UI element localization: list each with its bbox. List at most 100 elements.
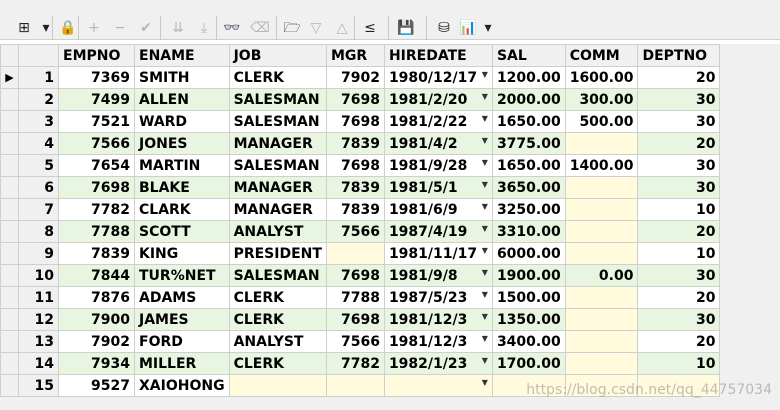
- table-row[interactable]: 3 7521 WARD SALESMAN 7698 1981/2/22 ▼ 1650.00 50…: [0, 110, 721, 133]
- cell-ename[interactable]: MILLER: [134, 352, 230, 375]
- cell-deptno[interactable]: 20: [637, 330, 721, 353]
- row-indicator[interactable]: [0, 264, 19, 287]
- cell-sal[interactable]: 6000.00: [491, 242, 566, 265]
- cell-empno[interactable]: 7654: [58, 154, 135, 177]
- table-row[interactable]: 5 7654 MARTIN SALESMAN 7698 1981/9/28 ▼ 1650.00…: [0, 154, 721, 177]
- column-header-mgr[interactable]: MGR: [325, 44, 385, 67]
- cell-deptno[interactable]: 20: [637, 220, 721, 243]
- row-indicator[interactable]: [0, 198, 19, 221]
- date-dropdown-icon[interactable]: ▼: [482, 334, 488, 343]
- cell-comm[interactable]: [564, 352, 639, 375]
- date-dropdown-icon[interactable]: ▼: [482, 224, 488, 233]
- table-row[interactable]: 10 7844 TUR%NET SALESMAN 7698 1981/9/8 ▼ 1900.0…: [0, 264, 721, 287]
- table-row[interactable]: 13 7902 FORD ANALYST 7566 1981/12/3 ▼ 3400.00 20: [0, 330, 721, 353]
- cell-comm[interactable]: [564, 198, 639, 221]
- cell-job[interactable]: CLERK: [228, 308, 327, 331]
- cell-comm[interactable]: [564, 242, 639, 265]
- cell-job[interactable]: SALESMAN: [228, 264, 327, 287]
- cell-hiredate[interactable]: ▼: [383, 374, 493, 397]
- row-number[interactable]: 4: [18, 132, 59, 155]
- next-records-icon[interactable]: ⇊: [168, 18, 188, 38]
- row-number[interactable]: 5: [18, 154, 59, 177]
- row-number[interactable]: 3: [18, 110, 59, 133]
- table-row[interactable]: 14 7934 MILLER CLERK 7782 1982/1/23 ▼ 1700.00 10: [0, 352, 721, 375]
- column-header-job[interactable]: JOB: [228, 44, 327, 67]
- cell-sal[interactable]: 3775.00: [491, 132, 566, 155]
- cell-deptno[interactable]: 30: [637, 264, 721, 287]
- cell-comm[interactable]: [564, 132, 639, 155]
- date-dropdown-icon[interactable]: ▼: [482, 378, 488, 387]
- cell-mgr[interactable]: 7902: [325, 66, 385, 89]
- dropdown-arrow-icon[interactable]: ▾: [36, 18, 56, 38]
- cell-empno[interactable]: 7902: [58, 330, 135, 353]
- cell-job[interactable]: CLERK: [228, 286, 327, 309]
- cell-deptno[interactable]: 30: [637, 154, 721, 177]
- cell-job[interactable]: MANAGER: [228, 132, 327, 155]
- row-number[interactable]: 14: [18, 352, 59, 375]
- cell-mgr[interactable]: 7566: [325, 220, 385, 243]
- cell-ename[interactable]: FORD: [134, 330, 230, 353]
- date-dropdown-icon[interactable]: ▼: [482, 356, 488, 365]
- row-number[interactable]: 9: [18, 242, 59, 265]
- cell-comm[interactable]: [564, 330, 639, 353]
- cell-empno[interactable]: 7499: [58, 88, 135, 111]
- table-row[interactable]: 7 7782 CLARK MANAGER 7839 1981/6/9 ▼ 3250.00 10: [0, 198, 721, 221]
- date-dropdown-icon[interactable]: ▼: [482, 136, 488, 145]
- date-dropdown-icon[interactable]: ▼: [482, 114, 488, 123]
- row-indicator[interactable]: [0, 308, 19, 331]
- cell-ename[interactable]: MARTIN: [134, 154, 230, 177]
- row-indicator[interactable]: [0, 352, 19, 375]
- row-number[interactable]: 11: [18, 286, 59, 309]
- row-number[interactable]: 12: [18, 308, 59, 331]
- cell-empno[interactable]: 7900: [58, 308, 135, 331]
- cell-comm[interactable]: 300.00: [564, 88, 639, 111]
- cell-sal[interactable]: 3310.00: [491, 220, 566, 243]
- cell-sal[interactable]: 1650.00: [491, 110, 566, 133]
- grid-layout-icon[interactable]: ⊞: [14, 18, 34, 38]
- chart-icon[interactable]: 📊: [458, 18, 478, 38]
- insert-record-icon[interactable]: +: [84, 18, 104, 38]
- connect-icon[interactable]: ≤: [360, 18, 380, 38]
- cell-sal[interactable]: 3650.00: [491, 176, 566, 199]
- cell-ename[interactable]: JONES: [134, 132, 230, 155]
- cell-mgr[interactable]: 7782: [325, 352, 385, 375]
- cell-ename[interactable]: KING: [134, 242, 230, 265]
- cell-hiredate[interactable]: 1981/6/9 ▼: [383, 198, 493, 221]
- cell-hiredate[interactable]: 1981/12/3 ▼: [383, 330, 493, 353]
- cell-sal[interactable]: 3400.00: [491, 330, 566, 353]
- row-indicator[interactable]: [0, 176, 19, 199]
- cell-hiredate[interactable]: 1981/2/20 ▼: [383, 88, 493, 111]
- table-row[interactable]: 9 7839 KING PRESIDENT 1981/11/17 ▼ 6000.00 10: [0, 242, 721, 265]
- cell-job[interactable]: ANALYST: [228, 220, 327, 243]
- table-row[interactable]: 12 7900 JAMES CLERK 7698 1981/12/3 ▼ 1350.00 30: [0, 308, 721, 331]
- cell-sal[interactable]: 1350.00: [491, 308, 566, 331]
- date-dropdown-icon[interactable]: ▼: [482, 268, 488, 277]
- cell-deptno[interactable]: 10: [637, 352, 721, 375]
- row-number[interactable]: 7: [18, 198, 59, 221]
- row-number[interactable]: 1: [18, 66, 59, 89]
- cell-job[interactable]: MANAGER: [228, 198, 327, 221]
- date-dropdown-icon[interactable]: ▼: [482, 180, 488, 189]
- cell-ename[interactable]: ADAMS: [134, 286, 230, 309]
- cell-hiredate[interactable]: 1987/4/19 ▼: [383, 220, 493, 243]
- cell-deptno[interactable]: 30: [637, 110, 721, 133]
- cell-ename[interactable]: XAIOHONG: [134, 374, 230, 397]
- save-icon[interactable]: 💾: [396, 18, 416, 38]
- table-row[interactable]: ▶ 1 7369 SMITH CLERK 7902 1980/12/17 ▼ 1200.00 16…: [0, 66, 721, 89]
- date-dropdown-icon[interactable]: ▼: [482, 70, 488, 79]
- row-indicator[interactable]: [0, 330, 19, 353]
- cell-deptno[interactable]: 30: [637, 176, 721, 199]
- cell-sal[interactable]: 3250.00: [491, 198, 566, 221]
- row-indicator[interactable]: [0, 242, 19, 265]
- date-dropdown-icon[interactable]: ▼: [482, 290, 488, 299]
- cell-hiredate[interactable]: 1981/11/17 ▼: [383, 242, 493, 265]
- cell-ename[interactable]: ALLEN: [134, 88, 230, 111]
- post-changes-icon[interactable]: ✔: [136, 18, 156, 38]
- column-header-comm[interactable]: COMM: [564, 44, 639, 67]
- cell-comm[interactable]: [564, 220, 639, 243]
- cell-ename[interactable]: TUR%NET: [134, 264, 230, 287]
- cell-mgr[interactable]: 7839: [325, 132, 385, 155]
- cell-job[interactable]: MANAGER: [228, 176, 327, 199]
- query-by-example-icon[interactable]: 🗁: [282, 18, 302, 38]
- column-header-sal[interactable]: SAL: [491, 44, 566, 67]
